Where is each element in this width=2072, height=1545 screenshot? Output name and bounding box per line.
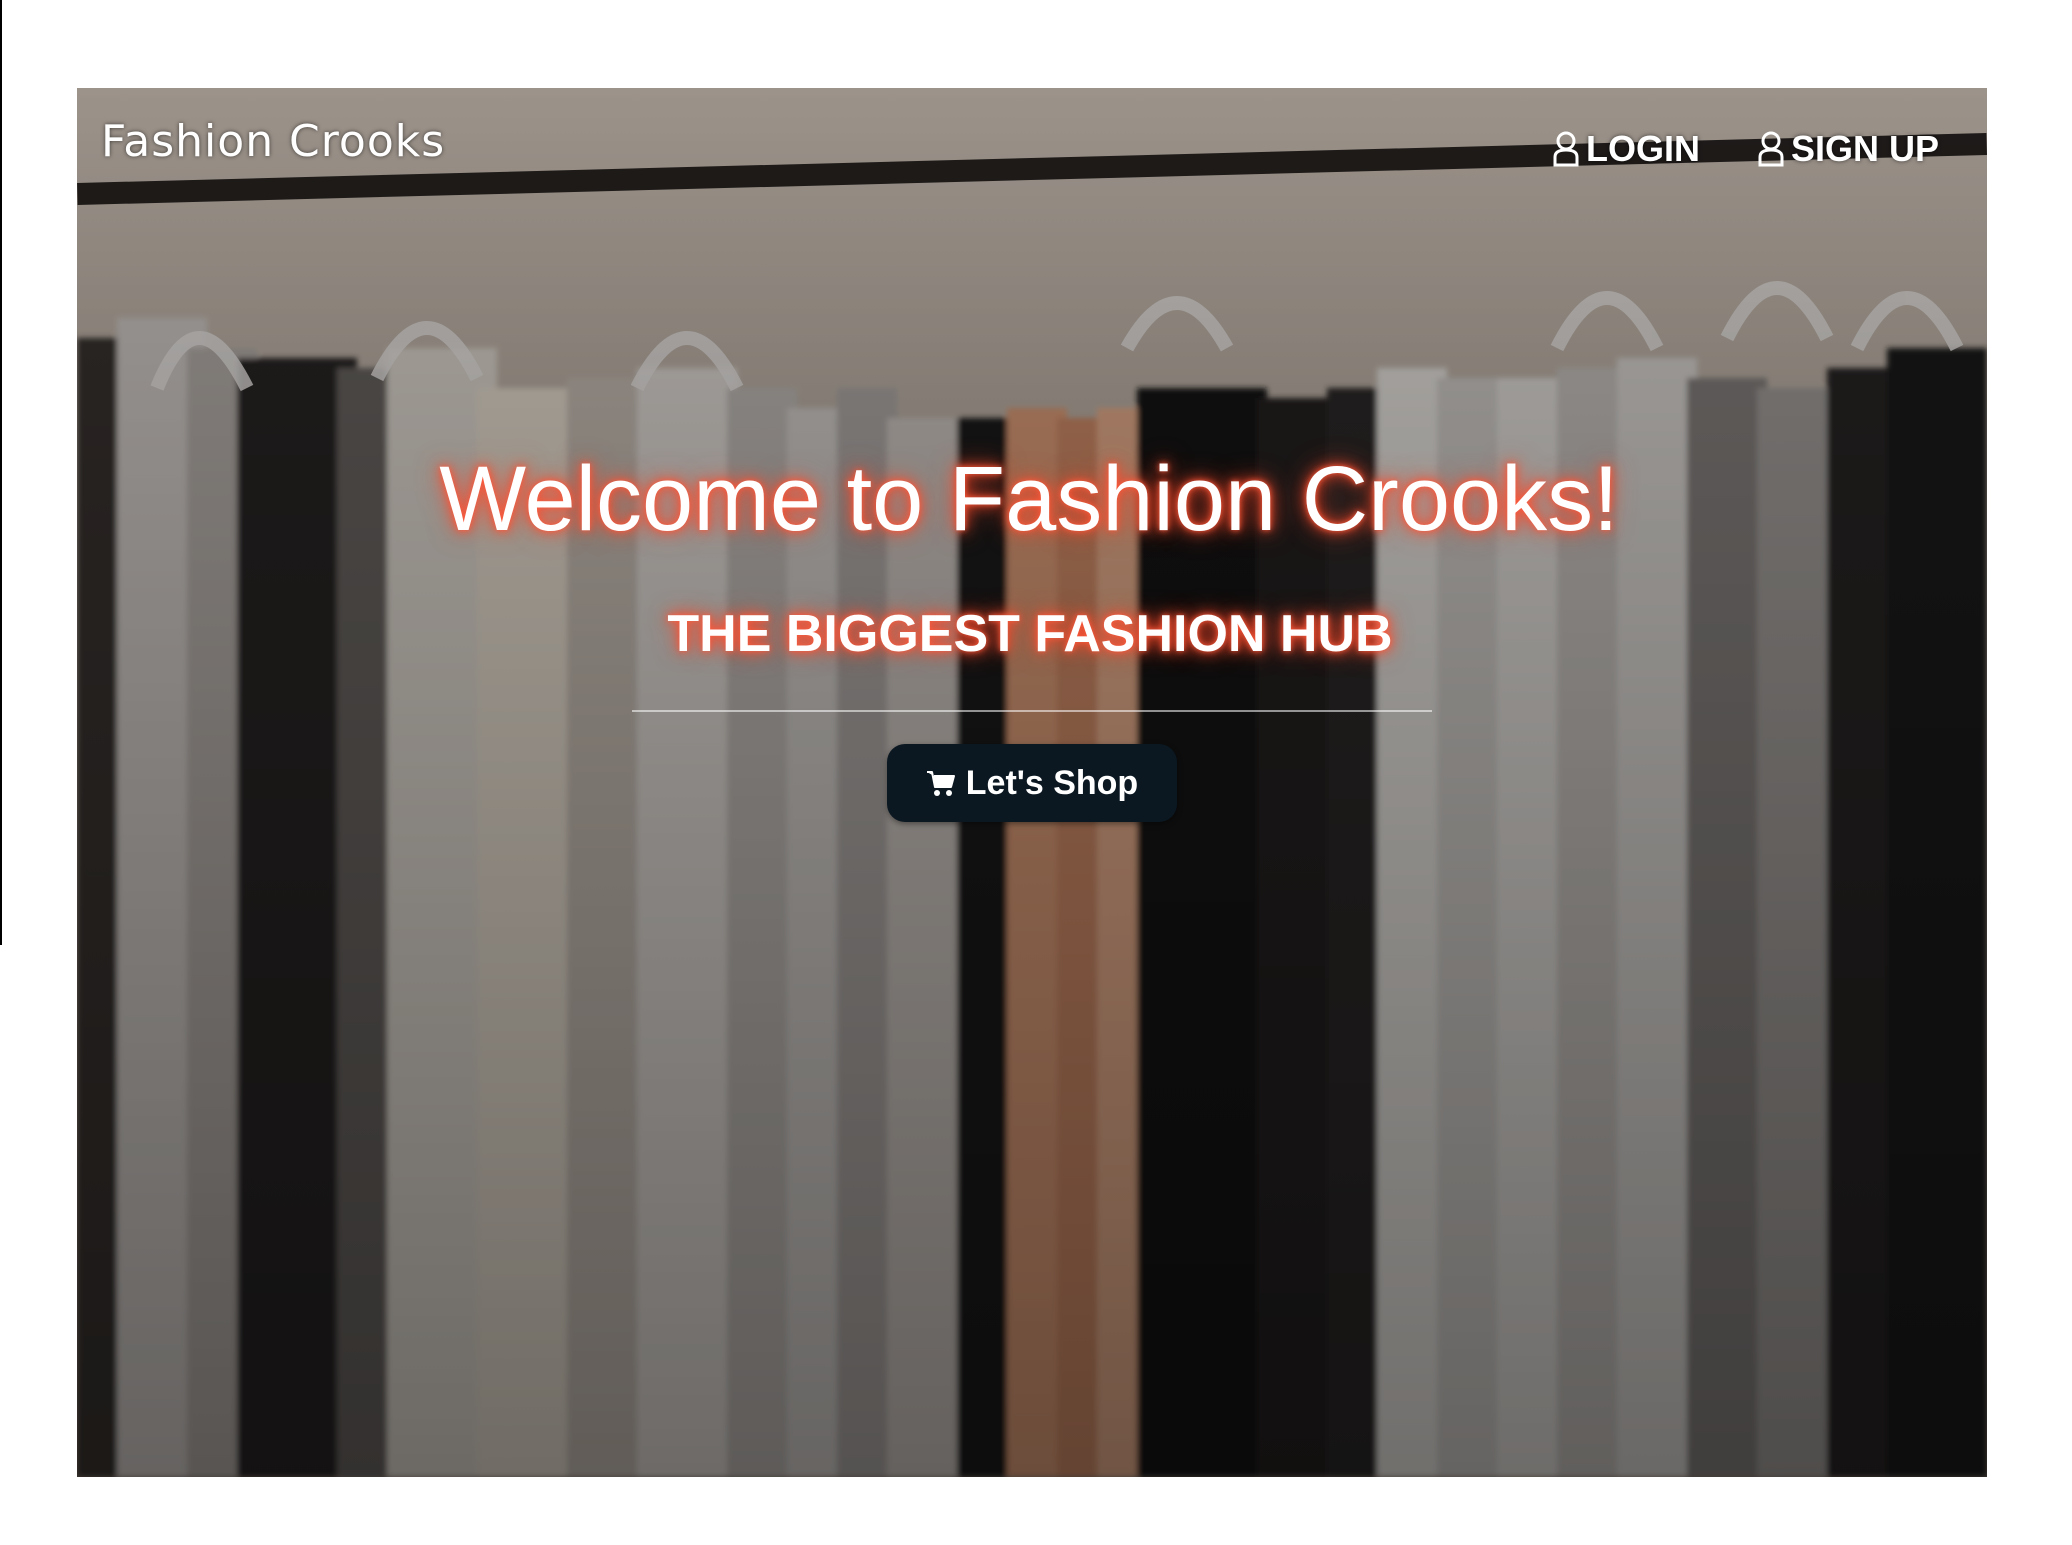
hero-subheadline: THE BIGGEST FASHION HUB: [667, 605, 1393, 663]
signup-link[interactable]: SIGN UP: [1757, 128, 1939, 170]
lets-shop-button[interactable]: Let's Shop: [887, 744, 1177, 822]
page-edge-line: [0, 0, 2, 945]
hero-headline: Welcome to Fashion Crooks!: [439, 448, 1619, 550]
user-icon: [1552, 131, 1580, 167]
login-link[interactable]: LOGIN: [1552, 128, 1700, 170]
brand-logo[interactable]: Fashion Crooks: [101, 116, 445, 167]
login-label: LOGIN: [1586, 128, 1700, 169]
user-icon: [1757, 131, 1785, 167]
signup-label: SIGN UP: [1791, 128, 1940, 169]
hero-section: Fashion Crooks LOGIN SIGN UP Welcome to …: [77, 88, 1987, 1477]
lets-shop-label: Let's Shop: [965, 763, 1139, 802]
cart-icon: [926, 769, 956, 797]
hero-divider: [632, 710, 1432, 712]
